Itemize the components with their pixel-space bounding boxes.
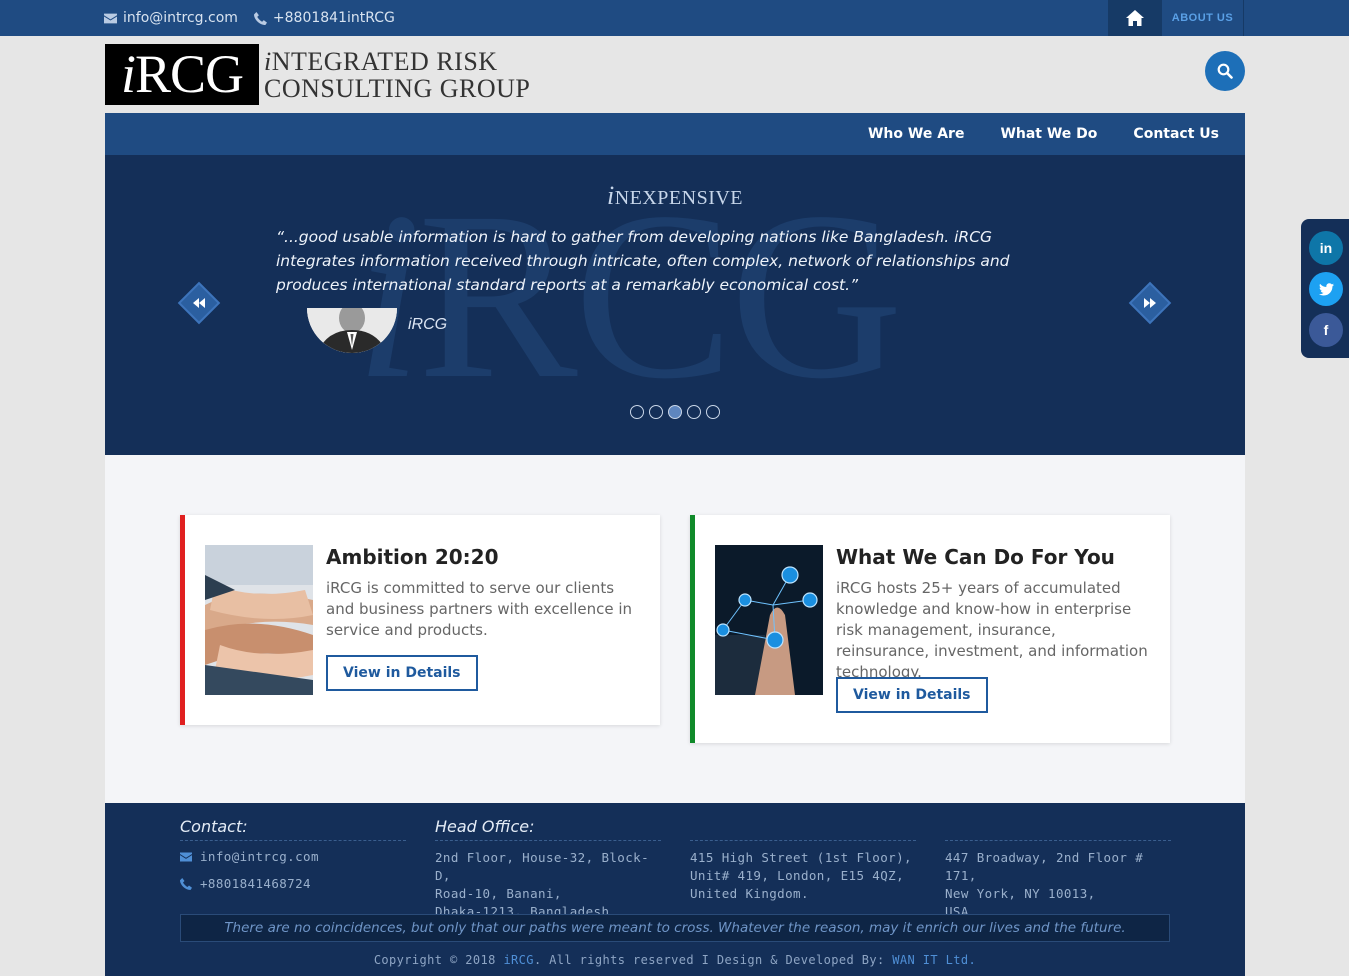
address-line: United Kingdom. [690, 886, 809, 901]
card-what-we-do-details-button[interactable]: View in Details [836, 677, 988, 713]
phone-icon [253, 11, 267, 25]
slider-next-button[interactable] [1128, 281, 1172, 325]
footer-contact: Contact: info@intrcg.com +8801841468724 [180, 817, 406, 900]
slider-dot[interactable] [649, 405, 663, 419]
slider-dots [630, 405, 720, 419]
slider-dot[interactable] [687, 405, 701, 419]
top-phone[interactable]: +8801841intRCG [253, 10, 395, 26]
footer-email-text: info@intrcg.com [200, 849, 319, 864]
logo-line-1: iNTEGRATED RISK [264, 48, 530, 75]
envelope-icon [104, 13, 117, 23]
footer-office-divider [690, 817, 916, 841]
feature-section: Ambition 20:20 iRCG is committed to serv… [105, 455, 1245, 803]
address-line: Road-10, Banani, [435, 886, 562, 901]
main-nav: Who We Are What We Do Contact Us [105, 113, 1245, 155]
developer-link[interactable]: WAN IT Ltd. [892, 953, 976, 967]
network-touch-image [715, 545, 823, 695]
footer-phone-text: +8801841468724 [200, 876, 311, 891]
double-chevron-left-icon [193, 298, 205, 308]
footer-office-title: Head Office: [435, 817, 661, 841]
footer-office-dhaka: Head Office: 2nd Floor, House-32, Block-… [435, 817, 661, 921]
double-chevron-right-icon [1144, 298, 1156, 308]
top-email[interactable]: info@intrcg.com [104, 10, 238, 26]
nav-who-we-are[interactable]: Who We Are [850, 126, 982, 142]
address-line: New York, NY 10013, [945, 886, 1096, 901]
card-ambition-details-button[interactable]: View in Details [326, 655, 478, 691]
slide-title-text: NEXPENSIVE [614, 187, 744, 209]
footer-phone[interactable]: +8801841468724 [180, 876, 406, 891]
address-line: Unit# 419, London, E15 4QZ, [690, 868, 904, 883]
search-icon [1217, 63, 1233, 79]
slide-title-prefix: i [606, 181, 615, 210]
copyright-prefix: Copyright © 2018 [373, 953, 496, 967]
twitter-icon [1318, 282, 1334, 295]
copyright: Copyright © 2018 iRCG. All rights reserv… [105, 953, 1245, 967]
nav-what-we-do[interactable]: What We Do [982, 126, 1115, 142]
top-bar: info@intrcg.com +8801841intRCG ABOUT US [0, 0, 1349, 36]
top-email-text: info@intrcg.com [123, 10, 238, 26]
envelope-icon [180, 852, 192, 861]
address-line: 2nd Floor, House-32, Block-D, [435, 850, 649, 883]
card-ambition: Ambition 20:20 iRCG is committed to serv… [180, 515, 660, 725]
footer: Contact: info@intrcg.com +8801841468724 … [105, 803, 1245, 976]
top-contact: info@intrcg.com +8801841intRCG [104, 0, 395, 36]
slide-quote: “...good usable information is hard to g… [276, 228, 1010, 294]
logo-line-1-prefix: i [264, 47, 272, 76]
card-what-we-do-text: iRCG hosts 25+ years of accumulated know… [836, 579, 1148, 681]
slide-title: iNEXPENSIVE [105, 181, 1245, 211]
footer-motto: There are no coincidences, but only that… [180, 914, 1170, 942]
home-icon [1126, 10, 1144, 26]
phone-icon [180, 877, 192, 890]
social-sidebar: in t f [1301, 219, 1349, 358]
card-what-we-do-image [715, 545, 823, 695]
slider-dot-active[interactable] [668, 405, 682, 419]
logo-mark-prefix: i [120, 44, 136, 104]
top-phone-text: +8801841intRCG [272, 10, 395, 26]
card-what-we-do: What We Can Do For You iRCG hosts 25+ ye… [690, 515, 1170, 743]
linkedin-icon: in [1319, 240, 1333, 256]
card-ambition-title: Ambition 20:20 [326, 545, 499, 569]
logo-mark-text: RCG [134, 44, 244, 104]
linkedin-button[interactable]: in [1309, 231, 1343, 265]
slider-dot[interactable] [630, 405, 644, 419]
card-ambition-text: iRCG is committed to serve our clients a… [326, 579, 633, 639]
search-button[interactable] [1205, 51, 1245, 91]
about-us-link[interactable]: ABOUT US [1162, 0, 1244, 36]
copyright-brand-link[interactable]: iRCG [503, 953, 534, 967]
address-line: 415 High Street (1st Floor), [690, 850, 912, 865]
nav-contact-us[interactable]: Contact Us [1115, 126, 1237, 142]
address-line: 447 Broadway, 2nd Floor # 171, [945, 850, 1144, 883]
footer-email[interactable]: info@intrcg.com [180, 849, 406, 864]
card-ambition-image [205, 545, 313, 695]
slider-dot[interactable] [706, 405, 720, 419]
author-name: iRCG [408, 316, 448, 333]
home-button[interactable] [1108, 0, 1162, 36]
logo-mark[interactable]: iRCG [105, 44, 259, 105]
stacked-hands-image [205, 545, 313, 695]
facebook-button[interactable]: f [1309, 313, 1343, 347]
logo-line-1-text: NTEGRATED RISK [271, 47, 498, 76]
twitter-button[interactable]: t [1309, 272, 1343, 306]
logo-wordmark[interactable]: iNTEGRATED RISK CONSULTING GROUP [264, 48, 530, 102]
copyright-middle: . All rights reserved I Design & Develop… [533, 953, 885, 967]
footer-contact-title: Contact: [180, 817, 406, 841]
footer-office-divider [945, 817, 1171, 841]
logo-line-2: CONSULTING GROUP [264, 74, 531, 103]
testimonial-slider: iRCG iNEXPENSIVE “...good usable informa… [105, 155, 1245, 455]
footer-office-newyork: 447 Broadway, 2nd Floor # 171, New York,… [945, 817, 1171, 921]
card-what-we-do-title: What We Can Do For You [836, 545, 1115, 569]
facebook-icon: f [1323, 322, 1329, 338]
footer-office-london: 415 High Street (1st Floor), Unit# 419, … [690, 817, 916, 903]
slider-prev-button[interactable] [177, 281, 221, 325]
